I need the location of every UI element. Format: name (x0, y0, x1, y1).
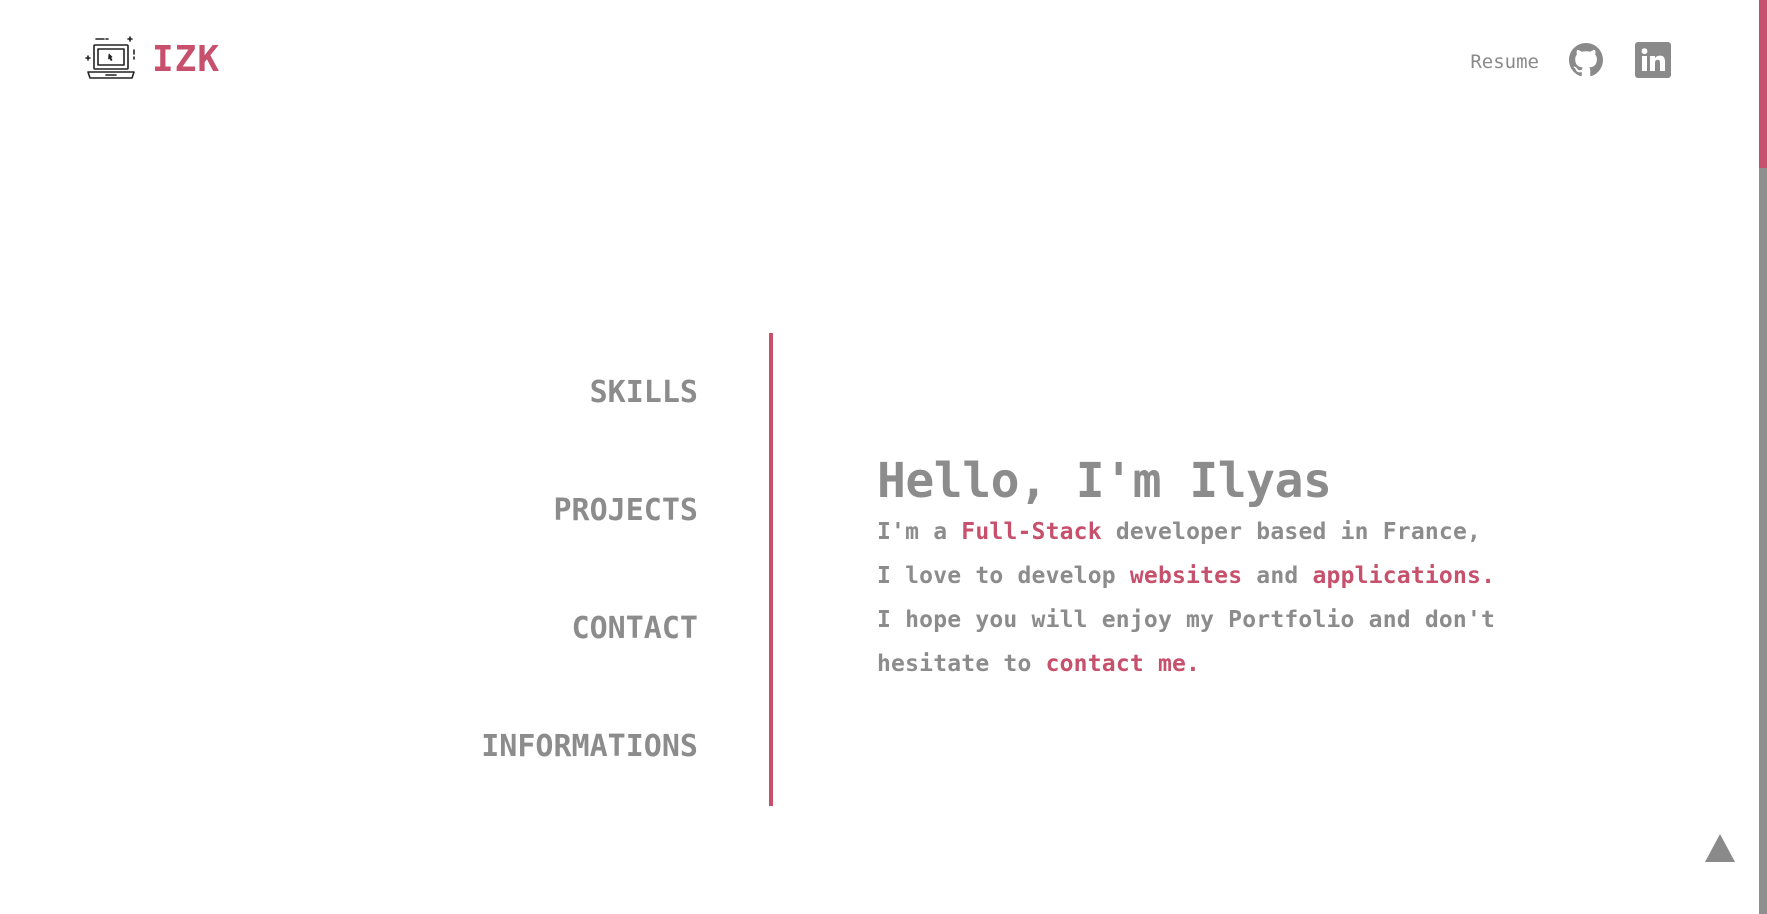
intro-line-3: I hope you will enjoy my Portfolio and d… (877, 607, 1496, 633)
scrollbar-thumb[interactable] (1759, 0, 1767, 168)
laptop-icon (85, 36, 135, 79)
contact-me-link[interactable]: contact me. (1046, 651, 1201, 677)
linkedin-link[interactable] (1635, 42, 1671, 82)
intro-line-1: I'm a Full-Stack developer based in Fran… (877, 510, 1637, 554)
header-links: Resume (1470, 42, 1671, 82)
intro-line-4: hesitate to contact me. (877, 642, 1637, 686)
nav-item-contact[interactable]: CONTACT (278, 570, 698, 688)
intro-section: Hello, I'm Ilyas I'm a Full-Stack develo… (877, 452, 1637, 686)
nav-item-informations[interactable]: INFORMATIONS (278, 688, 698, 806)
intro-line-2: I love to develop websites and applicati… (877, 554, 1637, 598)
page: IZK Resume SKILLS PROJECTS CONTACT INFOR… (0, 0, 1767, 914)
highlight-applications: applications. (1312, 563, 1496, 589)
arrow-up-icon[interactable] (1703, 832, 1737, 864)
nav-item-projects[interactable]: PROJECTS (278, 452, 699, 570)
github-link[interactable] (1569, 43, 1635, 81)
intro-title: Hello, I'm Ilyas (877, 453, 1332, 509)
highlight-fullstack: Full-Stack (961, 519, 1102, 545)
intro-text: and (1242, 563, 1313, 589)
resume-link[interactable]: Resume (1470, 51, 1539, 73)
github-icon (1569, 43, 1603, 77)
nav-item-skills[interactable]: SKILLS (278, 334, 698, 452)
intro-text: developer based in France, (1101, 519, 1482, 545)
highlight-websites: websites (1129, 563, 1243, 589)
logo-link[interactable]: IZK (84, 36, 220, 84)
vertical-divider (769, 333, 773, 806)
intro-text: I'm a (877, 519, 962, 545)
intro-text: hesitate to (877, 651, 1046, 677)
logo-text: IZK (152, 39, 221, 80)
linkedin-icon (1635, 42, 1671, 78)
intro-text: I love to develop (877, 563, 1130, 589)
scrollbar[interactable] (1759, 0, 1767, 914)
section-nav: SKILLS PROJECTS CONTACT INFORMATIONS (278, 334, 698, 806)
